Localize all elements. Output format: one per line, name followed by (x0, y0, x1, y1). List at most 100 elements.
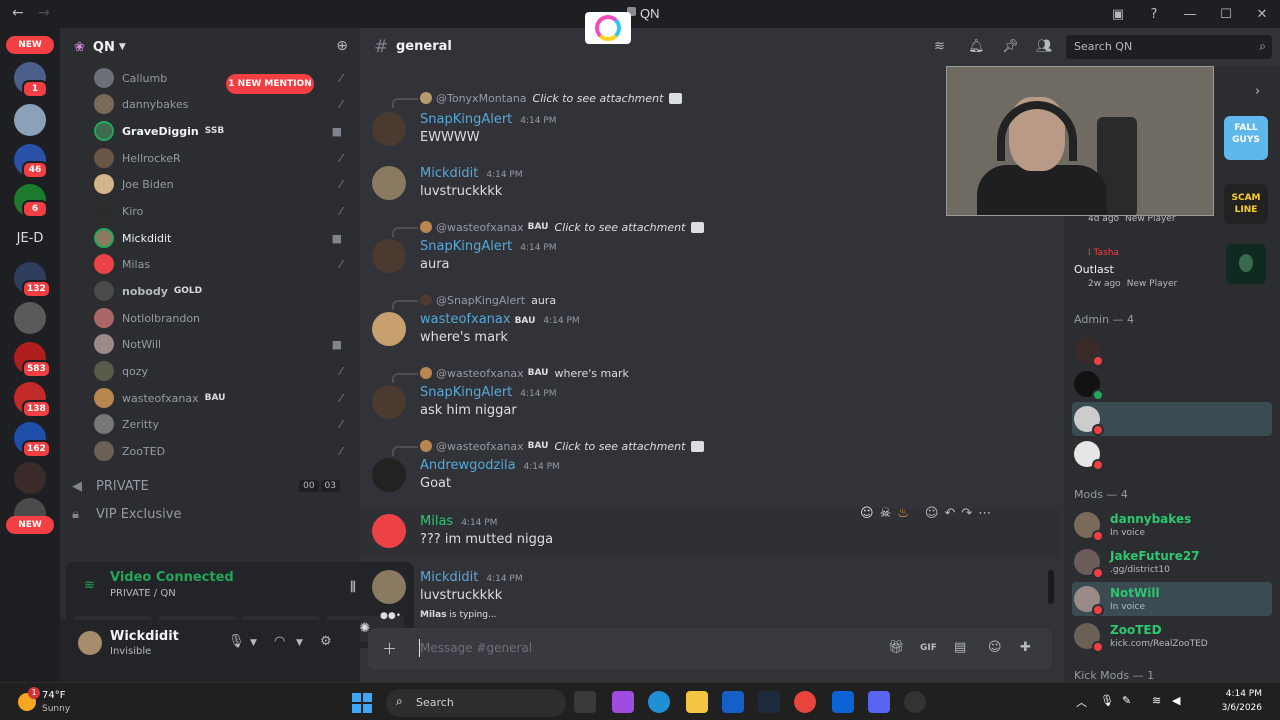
voice-channel-path[interactable]: PRIVATE / QN (110, 588, 176, 599)
member-row[interactable]: JakeFuture27 .gg/district10 (1072, 545, 1272, 579)
message-input[interactable]: Message #general (420, 641, 532, 655)
threads-icon[interactable]: ≋ (934, 39, 945, 54)
add-user-icon[interactable]: ⊕ (336, 38, 348, 54)
file-explorer-icon[interactable] (686, 691, 708, 713)
message-author[interactable]: wasteofxanax BAU 4:14 PM (420, 312, 580, 327)
voice-member[interactable]: Milas ⁄ (94, 251, 356, 277)
arrow-right-icon[interactable]: → (38, 5, 50, 21)
avatar[interactable] (372, 570, 406, 604)
edge-icon[interactable] (648, 691, 670, 713)
avatar[interactable] (78, 631, 102, 655)
reply-preview[interactable]: @wasteofxanax BAU Click to see attachmen… (392, 438, 705, 456)
store-icon[interactable] (722, 691, 744, 713)
chevron-right-icon[interactable]: › (1255, 84, 1260, 99)
search-input[interactable]: Search QN ⌕ (1066, 35, 1272, 59)
microphone-icon[interactable]: 🎙︎ (1100, 694, 1114, 707)
voice-member[interactable]: Zeritty ⁄ (94, 411, 356, 437)
gear-icon[interactable]: ⚙ (320, 634, 332, 649)
new-unread-pill[interactable]: NEW (6, 36, 54, 54)
avatar[interactable] (372, 112, 406, 146)
volume-icon[interactable]: ◀ (1172, 694, 1180, 707)
message-author[interactable]: Mickdidit 4:14 PM (420, 570, 523, 585)
voice-member[interactable]: Joe Biden ⁄ (94, 171, 356, 197)
member-row[interactable]: dannybakes In voice (1072, 508, 1272, 542)
chevron-down-icon[interactable]: ▼ (296, 638, 303, 648)
server-icon[interactable] (14, 302, 46, 334)
message-composer[interactable]: ＋ Message #general 🎁︎ GIF ▤ ☺ ✚ (368, 628, 1052, 670)
member-row[interactable] (1072, 437, 1272, 471)
minimize-button[interactable]: — (1172, 7, 1208, 22)
avatar[interactable] (372, 166, 406, 200)
add-reaction-icon[interactable]: ☺ (925, 506, 939, 521)
headphones-icon[interactable]: ◠ (274, 634, 285, 649)
maximize-button[interactable]: ☐ (1208, 7, 1244, 22)
chrome-icon[interactable] (794, 691, 816, 713)
taskbar-search[interactable]: ⌕ Search (386, 689, 566, 717)
start-button[interactable] (352, 693, 372, 713)
voice-channel-private[interactable]: ◀ PRIVATE 00 03 (72, 473, 356, 499)
wifi-icon[interactable]: ≋ (1152, 694, 1161, 707)
voice-member[interactable]: Callumb ⁄ (94, 65, 356, 91)
gift-icon[interactable]: 🎁︎ (888, 640, 905, 655)
voice-channel-vip[interactable]: 🔒︎ VIP Exclusive (72, 501, 356, 527)
voice-member[interactable]: HellrockeR ⁄ (94, 145, 356, 171)
gif-icon[interactable]: GIF (920, 643, 937, 653)
terminal-icon[interactable] (758, 691, 780, 713)
bell-icon[interactable]: 🔔︎ (968, 39, 985, 54)
avatar[interactable] (372, 312, 406, 346)
pen-icon[interactable]: ✎ (1122, 694, 1131, 707)
members-icon[interactable]: 👥︎ (1036, 39, 1053, 54)
copilot-icon[interactable] (612, 691, 634, 713)
message-author[interactable]: Mickdidit 4:14 PM (420, 166, 523, 181)
reply-preview[interactable]: @wasteofxanax BAU where's mark (392, 365, 629, 383)
message-author[interactable]: SnapKingAlert 4:14 PM (420, 112, 557, 127)
voice-member[interactable]: dannybakes ⁄ (94, 91, 356, 117)
clock[interactable]: 4:14 PM 3/6/2026 (1198, 687, 1262, 715)
apps-icon[interactable]: ✚ (1020, 640, 1031, 655)
server-icon[interactable] (14, 104, 46, 136)
voice-member[interactable]: GraveDiggin SSB ■ (94, 118, 356, 144)
reply-icon[interactable]: ↶ (944, 506, 955, 521)
chevron-down-icon[interactable]: ▼ (250, 638, 257, 648)
activity-game[interactable]: Outlast (1074, 263, 1114, 276)
chevron-up-icon[interactable]: ︿ (1076, 694, 1087, 710)
message-author[interactable]: SnapKingAlert 4:14 PM (420, 239, 557, 254)
voice-member[interactable]: ZooTED ⁄ (94, 438, 356, 464)
discord-icon[interactable] (868, 691, 890, 713)
microphone-icon[interactable]: 🎙︎ (228, 634, 245, 649)
voice-member[interactable]: Notlolbrandon (94, 305, 356, 331)
inbox-icon[interactable]: ▣ (1100, 7, 1136, 22)
voice-member[interactable]: Kiro ⁄ (94, 198, 356, 224)
reply-preview[interactable]: @TonyxMontana Click to see attachment (392, 90, 683, 108)
arrow-left-icon[interactable]: ← (12, 5, 24, 21)
skull-emoji-icon[interactable]: ☠ (880, 506, 892, 521)
help-icon[interactable]: ? (1136, 7, 1172, 22)
overlay-app-icon[interactable] (585, 12, 631, 44)
avatar[interactable] (372, 458, 406, 492)
outlast-tile[interactable] (1226, 244, 1266, 284)
voice-member[interactable]: NotWill ■ (94, 331, 356, 357)
obs-icon[interactable] (904, 691, 926, 713)
reply-preview[interactable]: @SnapKingAlert aura (392, 292, 556, 310)
forward-icon[interactable]: ↷ (961, 506, 972, 521)
avatar[interactable] (372, 385, 406, 419)
server-header[interactable]: ❀ QN ▼ ⊕ (60, 28, 360, 66)
voice-member[interactable]: qozy ⁄ (94, 358, 356, 384)
scam-line-tile[interactable]: SCAM LINE (1224, 184, 1268, 224)
user-name[interactable]: Wickdidit (110, 629, 179, 644)
member-row[interactable]: ZooTED kick.com/RealZooTED (1072, 619, 1272, 653)
voice-member[interactable]: wasteofxanax BAU ⁄ (94, 385, 356, 411)
message-scrollbar[interactable] (1048, 570, 1054, 604)
task-view-icon[interactable] (574, 691, 596, 713)
noise-suppression-icon[interactable]: ⫼ (350, 580, 356, 595)
member-row[interactable] (1072, 402, 1272, 436)
fall-guys-tile[interactable]: FALL GUYS (1224, 116, 1268, 160)
message-author[interactable]: Milas 4:14 PM (420, 514, 497, 529)
avatar[interactable] (372, 239, 406, 273)
member-row[interactable]: NotWill In voice (1072, 582, 1272, 616)
voice-member[interactable]: Mickdidit ■ (94, 225, 356, 251)
dropbox-icon[interactable] (832, 691, 854, 713)
reply-preview[interactable]: @wasteofxanax BAU Click to see attachmen… (392, 219, 705, 237)
member-row[interactable] (1072, 367, 1272, 401)
close-button[interactable]: ✕ (1244, 7, 1280, 22)
